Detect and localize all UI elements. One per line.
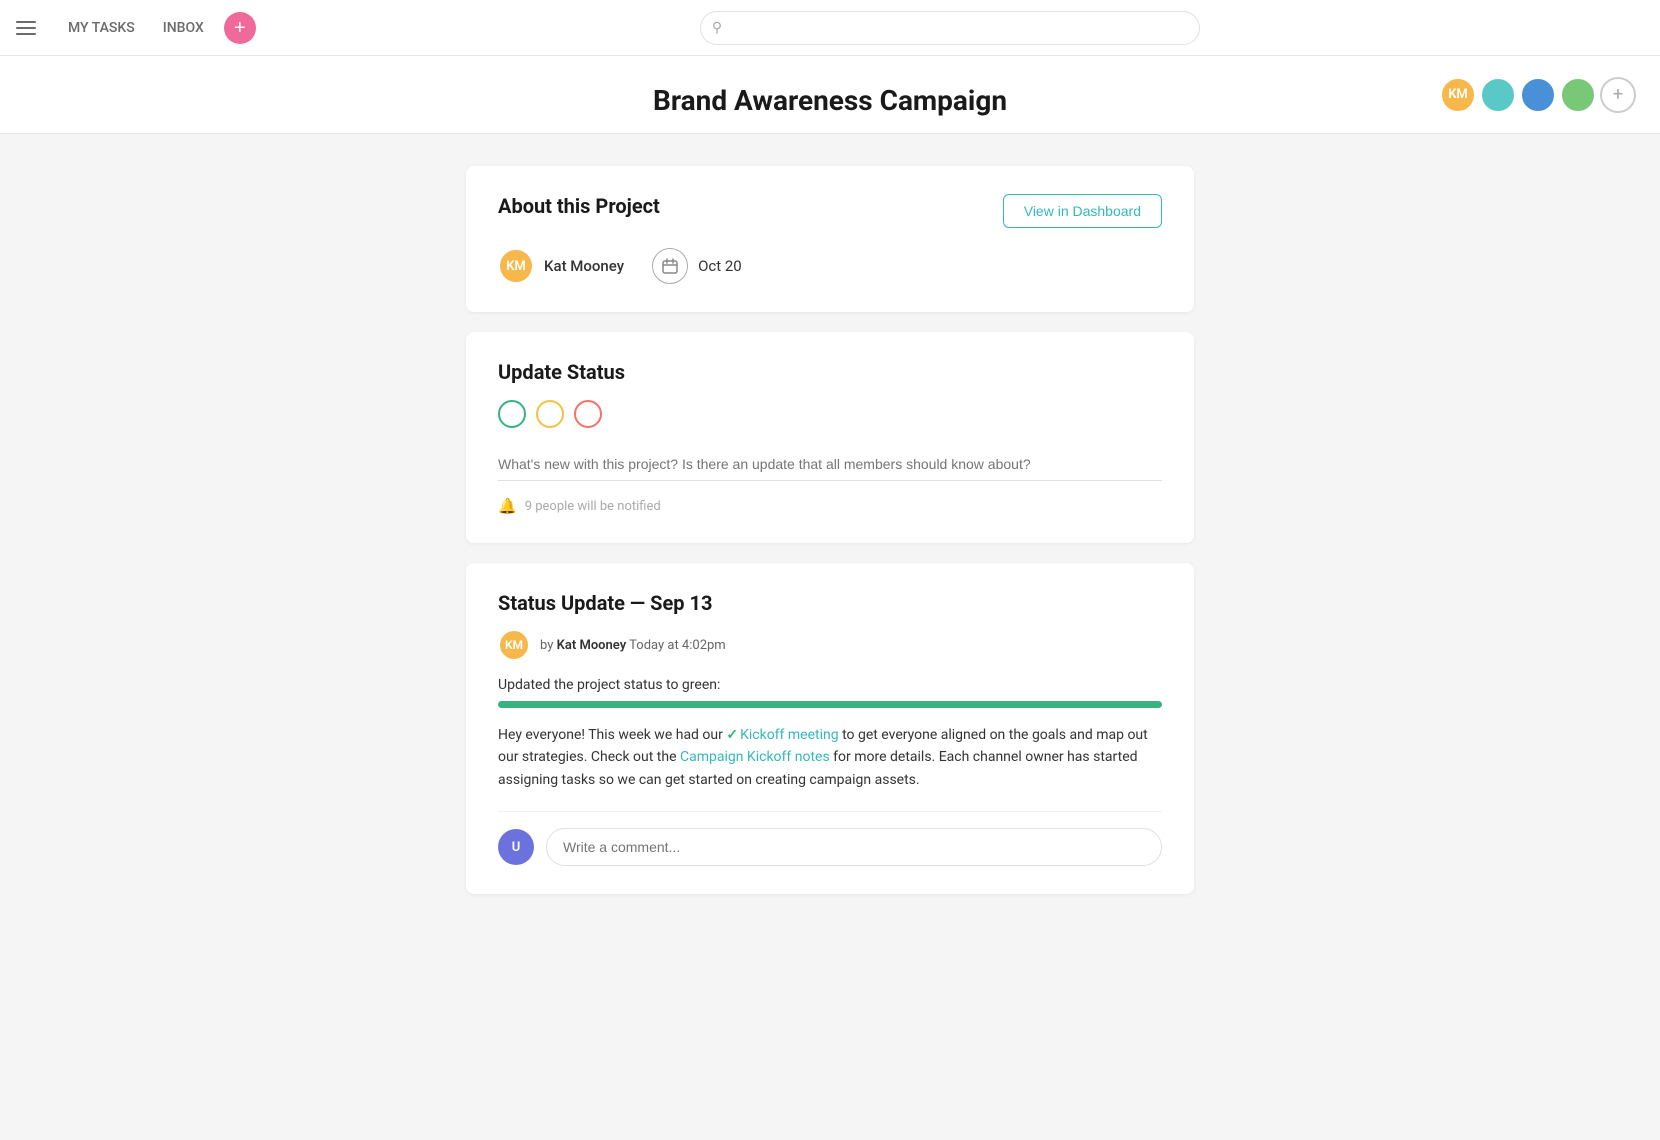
main-content: About this Project View in Dashboard KM … <box>450 134 1210 946</box>
author-prefix: by <box>540 638 553 653</box>
view-dashboard-button[interactable]: View in Dashboard <box>1003 194 1162 228</box>
avatar-2[interactable] <box>1480 77 1516 113</box>
comment-user-avatar: U <box>498 829 534 865</box>
search-bar: ⚲ <box>700 11 1200 45</box>
search-icon: ⚲ <box>712 20 722 36</box>
comment-input[interactable] <box>546 828 1162 866</box>
author-meta: by Kat Mooney Today at 4:02pm <box>540 638 726 653</box>
project-meta: KM Kat Mooney Oct 20 <box>498 248 1162 284</box>
green-progress-bar <box>498 701 1162 708</box>
about-card-header: About this Project View in Dashboard <box>498 194 1162 228</box>
status-input[interactable] <box>498 448 1162 481</box>
status-green[interactable] <box>498 400 526 428</box>
hamburger-menu[interactable] <box>16 21 36 35</box>
update-status-title: Update Status <box>498 360 1162 384</box>
owner-meta: KM Kat Mooney <box>498 248 624 284</box>
search-input[interactable] <box>700 11 1200 45</box>
update-timestamp: Today at 4:02pm <box>629 638 726 653</box>
update-author-row: KM by Kat Mooney Today at 4:02pm <box>498 629 1162 661</box>
body-part1: Hey everyone! This week we had our <box>498 727 726 743</box>
due-date: Oct 20 <box>698 257 742 275</box>
top-nav: MY TASKS INBOX + ⚲ <box>0 0 1660 56</box>
avatar-3[interactable] <box>1520 77 1556 113</box>
author-avatar: KM <box>498 629 530 661</box>
nav-links: MY TASKS INBOX <box>56 14 216 42</box>
add-member-button[interactable]: + <box>1600 77 1636 113</box>
calendar-icon <box>652 248 688 284</box>
status-red[interactable] <box>574 400 602 428</box>
update-status-card: Update Status 🔔 9 people will be notifie… <box>466 332 1194 543</box>
inbox-link[interactable]: INBOX <box>151 14 216 42</box>
status-circles <box>498 400 1162 428</box>
checkmark-icon: ✓ <box>726 727 738 743</box>
about-project-card: About this Project View in Dashboard KM … <box>466 166 1194 312</box>
my-tasks-link[interactable]: MY TASKS <box>56 14 147 42</box>
status-update-title: Status Update — Sep 13 <box>498 591 1162 615</box>
kickoff-notes-link[interactable]: Campaign Kickoff notes <box>680 749 830 765</box>
bell-icon: 🔔 <box>498 497 517 515</box>
update-body: Hey everyone! This week we had our ✓Kick… <box>498 724 1162 791</box>
comment-row: U <box>498 811 1162 866</box>
owner-name: Kat Mooney <box>544 257 624 275</box>
avatar-4[interactable] <box>1560 77 1596 113</box>
status-change-text: Updated the project status to green: <box>498 677 1162 693</box>
author-name: Kat Mooney <box>557 638 627 653</box>
date-meta: Oct 20 <box>652 248 742 284</box>
owner-avatar: KM <box>498 248 534 284</box>
add-button[interactable]: + <box>224 12 256 44</box>
status-yellow[interactable] <box>536 400 564 428</box>
project-title: Brand Awareness Campaign <box>0 76 1660 133</box>
notify-text: 9 people will be notified <box>525 499 661 514</box>
project-header: Brand Awareness Campaign KM + <box>0 56 1660 134</box>
member-avatars: KM + <box>1440 77 1636 113</box>
notify-row: 🔔 9 people will be notified <box>498 497 1162 515</box>
kickoff-meeting-link[interactable]: Kickoff meeting <box>740 727 839 743</box>
about-card-title: About this Project <box>498 194 660 218</box>
status-update-card: Status Update — Sep 13 KM by Kat Mooney … <box>466 563 1194 894</box>
avatar-1[interactable]: KM <box>1440 77 1476 113</box>
